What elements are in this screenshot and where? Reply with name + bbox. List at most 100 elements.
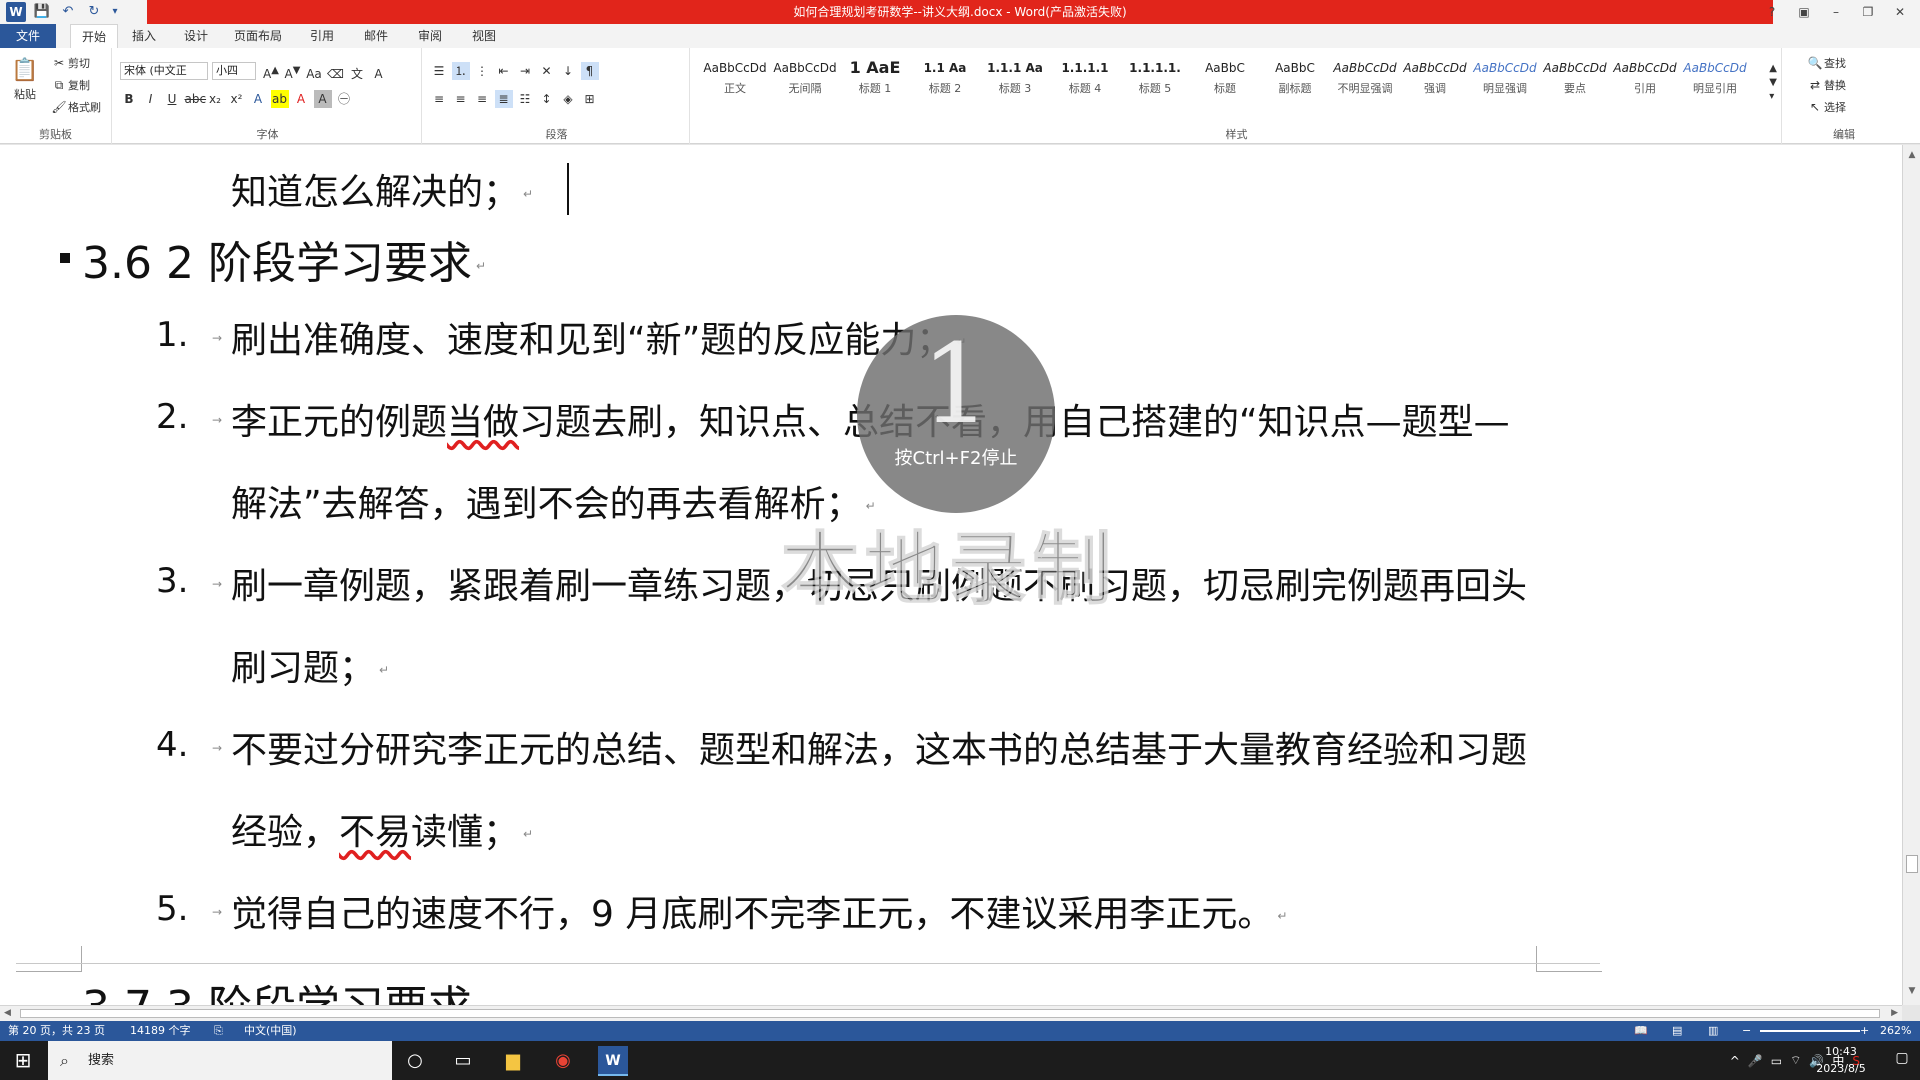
cortana-icon[interactable]: ○ (400, 1046, 430, 1076)
windows-start-icon[interactable]: ⊞ (0, 1041, 46, 1080)
change-case-icon[interactable]: Aa (305, 65, 323, 83)
style-item[interactable]: 1.1.1.1 标题 4 (1050, 56, 1120, 106)
tab-references[interactable]: 引用 (302, 24, 342, 48)
style-item[interactable]: AaBbCcDd 强调 (1400, 56, 1470, 106)
grow-font-icon[interactable]: A▲ (262, 62, 280, 81)
select-button[interactable]: ↖ 选择 (1806, 98, 1846, 116)
tab-mailings[interactable]: 邮件 (356, 24, 396, 48)
text-effects-icon[interactable]: A (249, 90, 267, 108)
proofing-icon[interactable]: ⎘ (214, 1021, 223, 1041)
save-icon[interactable]: 💾 (32, 2, 52, 22)
redo-icon[interactable]: ↻ (84, 2, 104, 22)
microphone-icon[interactable]: 🎤 (1748, 1054, 1763, 1068)
justify-icon[interactable]: ≣ (494, 90, 513, 108)
help-button[interactable]: ? (1758, 2, 1786, 22)
style-item[interactable]: 1.1 Aa 标题 2 (910, 56, 980, 106)
align-left-icon[interactable]: ≡ (430, 90, 448, 108)
char-border-icon[interactable]: A (370, 65, 388, 83)
format-painter-button[interactable]: 🖌格式刷 (50, 98, 101, 116)
chinese-layout-icon[interactable]: ✕ (538, 62, 556, 80)
page-count[interactable]: 第 20 页，共 23 页 (8, 1021, 105, 1041)
align-right-icon[interactable]: ≡ (473, 90, 491, 108)
bullets-icon[interactable]: ☰ (430, 62, 448, 80)
tab-design[interactable]: 设计 (176, 24, 216, 48)
align-center-icon[interactable]: ≡ (452, 90, 470, 108)
zoom-level[interactable]: 262% (1880, 1021, 1911, 1041)
tab-file[interactable]: 文件 (0, 24, 56, 48)
scroll-right-icon[interactable]: ▶ (1891, 1008, 1898, 1018)
style-item[interactable]: AaBbC 标题 (1190, 56, 1260, 106)
file-explorer-icon[interactable]: ▆ (498, 1046, 528, 1076)
tab-home[interactable]: 开始 (70, 24, 118, 49)
spell-error-text[interactable]: 不易 (339, 812, 411, 853)
char-shading-icon[interactable]: A (313, 90, 332, 108)
style-item[interactable]: AaBbCcDd 不明显强调 (1330, 56, 1400, 106)
scroll-down-icon[interactable]: ▼ (1906, 985, 1918, 997)
word-count[interactable]: 14189 个字 (130, 1021, 191, 1041)
replace-button[interactable]: ⇄ 替换 (1806, 76, 1846, 94)
task-view-icon[interactable]: ▭ (448, 1046, 478, 1076)
undo-icon[interactable]: ↶ (58, 2, 78, 22)
increase-indent-icon[interactable]: ⇥ (516, 62, 534, 80)
taskbar-search-box[interactable]: ⌕ 搜索 (48, 1041, 392, 1080)
word-taskbar-icon[interactable]: W (598, 1046, 628, 1076)
battery-icon[interactable]: ▭ (1771, 1054, 1782, 1068)
customize-qat-icon[interactable]: ▾ (110, 2, 120, 22)
strikethrough-icon[interactable]: abc (185, 90, 207, 108)
bold-icon[interactable]: B (120, 90, 138, 108)
style-item[interactable]: 1 AaE 标题 1 (840, 56, 910, 106)
shrink-font-icon[interactable]: A▼ (284, 62, 302, 81)
numbering-icon[interactable]: ⒈ (451, 62, 470, 80)
print-layout-icon[interactable]: ▤ (1672, 1021, 1682, 1041)
minimize-button[interactable]: – (1822, 2, 1850, 22)
tab-layout[interactable]: 页面布局 (228, 24, 288, 48)
vertical-scrollbar[interactable]: ▲ ▼ (1902, 145, 1920, 1005)
superscript-icon[interactable]: x² (228, 90, 246, 108)
tab-insert[interactable]: 插入 (124, 24, 164, 48)
taskbar-clock[interactable]: 10:43 2023/8/5 (1806, 1043, 1876, 1077)
style-item[interactable]: AaBbCcDd 要点 (1540, 56, 1610, 106)
paste-button[interactable]: 📋 粘贴 (8, 56, 42, 102)
shading-icon[interactable]: ◈ (559, 90, 577, 108)
multilevel-list-icon[interactable]: ⋮ (473, 62, 491, 80)
style-item[interactable]: AaBbC 副标题 (1260, 56, 1330, 106)
language-indicator[interactable]: 中文(中国) (244, 1021, 297, 1041)
tray-overflow-icon[interactable]: ^ (1730, 1054, 1740, 1068)
borders-icon[interactable]: ⊞ (581, 90, 599, 108)
cut-button[interactable]: ✂ 剪切 (50, 54, 90, 72)
tab-view[interactable]: 视图 (464, 24, 504, 48)
underline-icon[interactable]: U (163, 90, 181, 108)
font-name-combo[interactable]: 宋体 (中文正 (120, 62, 208, 80)
decrease-indent-icon[interactable]: ⇤ (495, 62, 513, 80)
font-size-combo[interactable]: 小四 (212, 62, 256, 80)
highlight-icon[interactable]: ab (270, 90, 289, 108)
enclose-char-icon[interactable]: ㊀ (335, 90, 353, 108)
show-marks-icon[interactable]: ¶ (580, 62, 599, 80)
close-button[interactable]: ✕ (1886, 2, 1914, 22)
copy-button[interactable]: ⧉ 复制 (50, 76, 90, 94)
italic-icon[interactable]: I (142, 90, 160, 108)
network-icon[interactable]: ⌔ (1790, 1053, 1801, 1068)
distributed-icon[interactable]: ☷ (516, 90, 534, 108)
scroll-left-icon[interactable]: ◀ (4, 1008, 11, 1018)
find-button[interactable]: 🔍 查找 (1806, 54, 1846, 72)
zoom-out-icon[interactable]: − (1742, 1021, 1751, 1041)
read-mode-icon[interactable]: 📖 (1634, 1021, 1648, 1041)
zoom-slider[interactable] (1760, 1030, 1860, 1032)
style-item[interactable]: AaBbCcDd 明显强调 (1470, 56, 1540, 106)
style-item[interactable]: AaBbCcDd 无间隔 (770, 56, 840, 106)
sort-icon[interactable]: ↓ (559, 62, 577, 80)
style-item[interactable]: 1.1.1 Aa 标题 3 (980, 56, 1050, 106)
chrome-icon[interactable]: ◉ (548, 1046, 578, 1076)
style-item[interactable]: 1.1.1.1. 标题 5 (1120, 56, 1190, 106)
line-spacing-icon[interactable]: ↕ (538, 90, 556, 108)
web-layout-icon[interactable]: ▥ (1708, 1021, 1718, 1041)
notification-icon[interactable]: ▢ (1890, 1050, 1914, 1070)
zoom-in-icon[interactable]: + (1860, 1021, 1869, 1041)
horizontal-scroll-thumb[interactable] (20, 1009, 1880, 1018)
spell-error-text[interactable]: 当做 (447, 402, 519, 443)
font-color-icon[interactable]: A (292, 90, 310, 108)
styles-scroll[interactable]: ▲ ▼ ▾ (1769, 62, 1777, 104)
style-item[interactable]: AaBbCcDd 正文 (700, 56, 770, 106)
style-item[interactable]: AaBbCcDd 引用 (1610, 56, 1680, 106)
